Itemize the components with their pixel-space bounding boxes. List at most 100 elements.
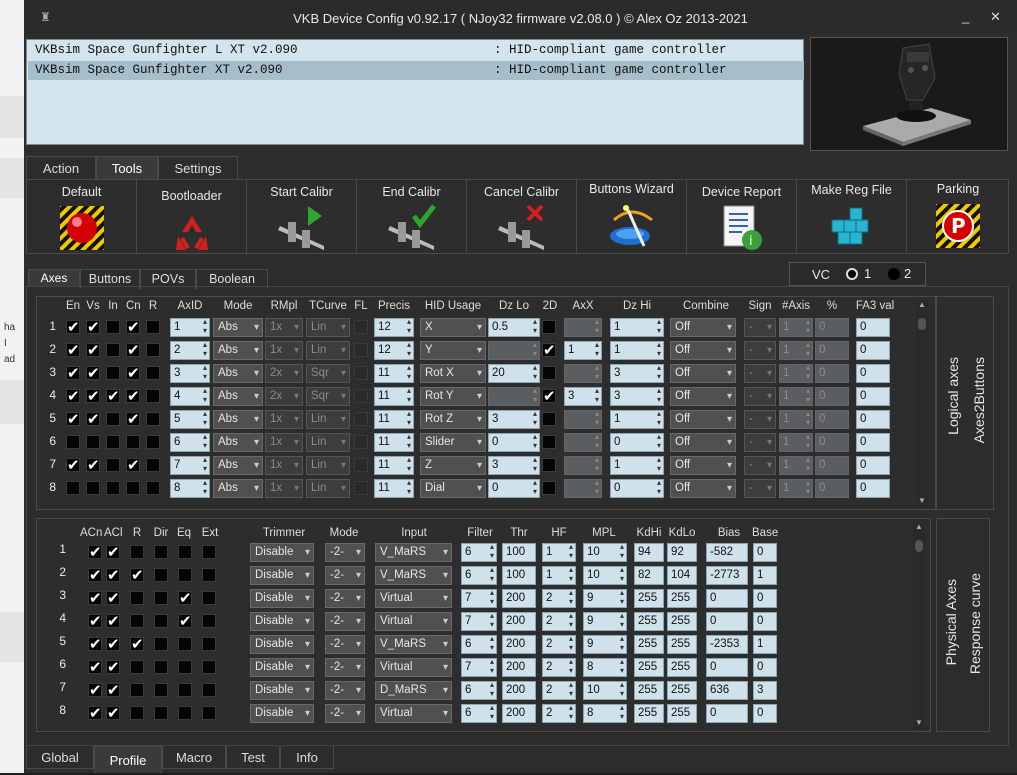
hf-spinner[interactable]: 2 (542, 681, 576, 700)
mode-select[interactable]: -2- (325, 589, 365, 608)
checkbox-r[interactable] (130, 660, 144, 674)
fa3-value-field[interactable]: 0 (856, 318, 890, 337)
mode-select[interactable]: Abs (213, 410, 263, 429)
checkbox-acl[interactable] (106, 566, 120, 584)
dz-hi-spinner[interactable]: 1 (610, 341, 664, 360)
checkbox-eq[interactable] (178, 637, 192, 651)
dz-lo-spinner[interactable]: 20 (488, 364, 540, 383)
checkbox-eq[interactable] (178, 545, 192, 559)
checkbox-in[interactable] (106, 366, 120, 380)
axid-spinner[interactable]: 4 (170, 387, 210, 406)
start-calibr-button[interactable]: Start Calibr (247, 180, 357, 253)
checkbox-dir[interactable] (154, 660, 168, 674)
checkbox-r[interactable] (130, 706, 144, 720)
precis-spinner[interactable]: 11 (374, 387, 414, 406)
checkbox-in[interactable] (106, 320, 120, 334)
precis-spinner[interactable]: 11 (374, 456, 414, 475)
checkbox-acn[interactable] (88, 543, 102, 561)
base-field[interactable]: 0 (753, 704, 777, 723)
filter-spinner[interactable]: 6 (461, 566, 497, 585)
trimmer-select[interactable]: Disable (250, 704, 314, 723)
checkbox-en[interactable] (66, 387, 80, 405)
checkbox-ext[interactable] (202, 683, 216, 697)
input-select[interactable]: Virtual (375, 612, 452, 631)
checkbox-ext[interactable] (202, 545, 216, 559)
checkbox-en[interactable] (66, 341, 80, 359)
checkbox-in[interactable] (106, 481, 120, 495)
tab-profile[interactable]: Profile (94, 746, 162, 773)
checkbox-eq[interactable] (178, 612, 192, 630)
input-select[interactable]: Virtual (375, 704, 452, 723)
checkbox-acn[interactable] (88, 658, 102, 676)
input-select[interactable]: V_MaRS (375, 543, 452, 562)
threshold-field[interactable]: 200 (502, 704, 536, 723)
bootloader-button[interactable]: Bootloader (137, 180, 247, 253)
checkbox-ext[interactable] (202, 706, 216, 720)
kdlo-field[interactable]: 255 (667, 635, 697, 654)
checkbox-eq[interactable] (178, 660, 192, 674)
mode-select[interactable]: Abs (213, 364, 263, 383)
fa3-value-field[interactable]: 0 (856, 341, 890, 360)
dz-hi-spinner[interactable]: 0 (610, 479, 664, 498)
input-select[interactable]: Virtual (375, 589, 452, 608)
dz-hi-spinner[interactable]: 1 (610, 410, 664, 429)
threshold-field[interactable]: 200 (502, 612, 536, 631)
kdlo-field[interactable]: 255 (667, 589, 697, 608)
checkbox-r[interactable] (130, 591, 144, 605)
checkbox-r[interactable] (146, 435, 160, 449)
checkbox-vs[interactable] (86, 364, 100, 382)
checkbox-2d[interactable] (542, 320, 556, 334)
filter-spinner[interactable]: 6 (461, 704, 497, 723)
make-reg-file-button[interactable]: Make Reg File (797, 180, 907, 253)
physical-axes-tab[interactable]: Physical Axes (943, 579, 959, 665)
trimmer-select[interactable]: Disable (250, 635, 314, 654)
checkbox-2d[interactable] (542, 435, 556, 449)
axid-spinner[interactable]: 5 (170, 410, 210, 429)
checkbox-acl[interactable] (106, 612, 120, 630)
checkbox-ext[interactable] (202, 591, 216, 605)
threshold-field[interactable]: 100 (502, 543, 536, 562)
mode-select[interactable]: -2- (325, 658, 365, 677)
checkbox-acl[interactable] (106, 543, 120, 561)
dz-lo-spinner[interactable]: 3 (488, 456, 540, 475)
checkbox-eq[interactable] (178, 683, 192, 697)
base-field[interactable]: 1 (753, 566, 777, 585)
checkbox-in[interactable] (106, 343, 120, 357)
checkbox-en[interactable] (66, 435, 80, 449)
logical-scrollbar[interactable]: ▲ ▼ (916, 300, 928, 508)
combine-select[interactable]: Off (670, 456, 736, 475)
mode-select[interactable]: Abs (213, 456, 263, 475)
mode-select[interactable]: Abs (213, 318, 263, 337)
checkbox-acn[interactable] (88, 704, 102, 722)
checkbox-cn[interactable] (126, 318, 140, 336)
checkbox-dir[interactable] (154, 545, 168, 559)
bias-field[interactable]: 0 (706, 704, 748, 723)
hf-spinner[interactable]: 2 (542, 589, 576, 608)
filter-spinner[interactable]: 7 (461, 658, 497, 677)
checkbox-in[interactable] (106, 435, 120, 449)
trimmer-select[interactable]: Disable (250, 681, 314, 700)
checkbox-r[interactable] (130, 635, 144, 653)
hid-usage-select[interactable]: Rot Y (420, 387, 486, 406)
axes2buttons-tab[interactable]: Axes2Buttons (971, 357, 987, 443)
checkbox-r[interactable] (146, 481, 160, 495)
dz-hi-spinner[interactable]: 1 (610, 318, 664, 337)
checkbox-ext[interactable] (202, 568, 216, 582)
checkbox-acl[interactable] (106, 704, 120, 722)
checkbox-acn[interactable] (88, 681, 102, 699)
combine-select[interactable]: Off (670, 433, 736, 452)
combine-select[interactable]: Off (670, 318, 736, 337)
checkbox-acn[interactable] (88, 589, 102, 607)
checkbox-r[interactable] (146, 458, 160, 472)
precis-spinner[interactable]: 11 (374, 410, 414, 429)
checkbox-r[interactable] (146, 412, 160, 426)
fa3-value-field[interactable]: 0 (856, 387, 890, 406)
checkbox-eq[interactable] (178, 706, 192, 720)
vc-radio-1[interactable] (846, 268, 858, 280)
device-report-button[interactable]: Device Report i (687, 180, 797, 253)
bias-field[interactable]: 636 (706, 681, 748, 700)
checkbox-r[interactable] (146, 366, 160, 380)
checkbox-cn[interactable] (126, 456, 140, 474)
buttons-wizard-button[interactable]: Buttons Wizard (577, 180, 687, 253)
filter-spinner[interactable]: 6 (461, 543, 497, 562)
